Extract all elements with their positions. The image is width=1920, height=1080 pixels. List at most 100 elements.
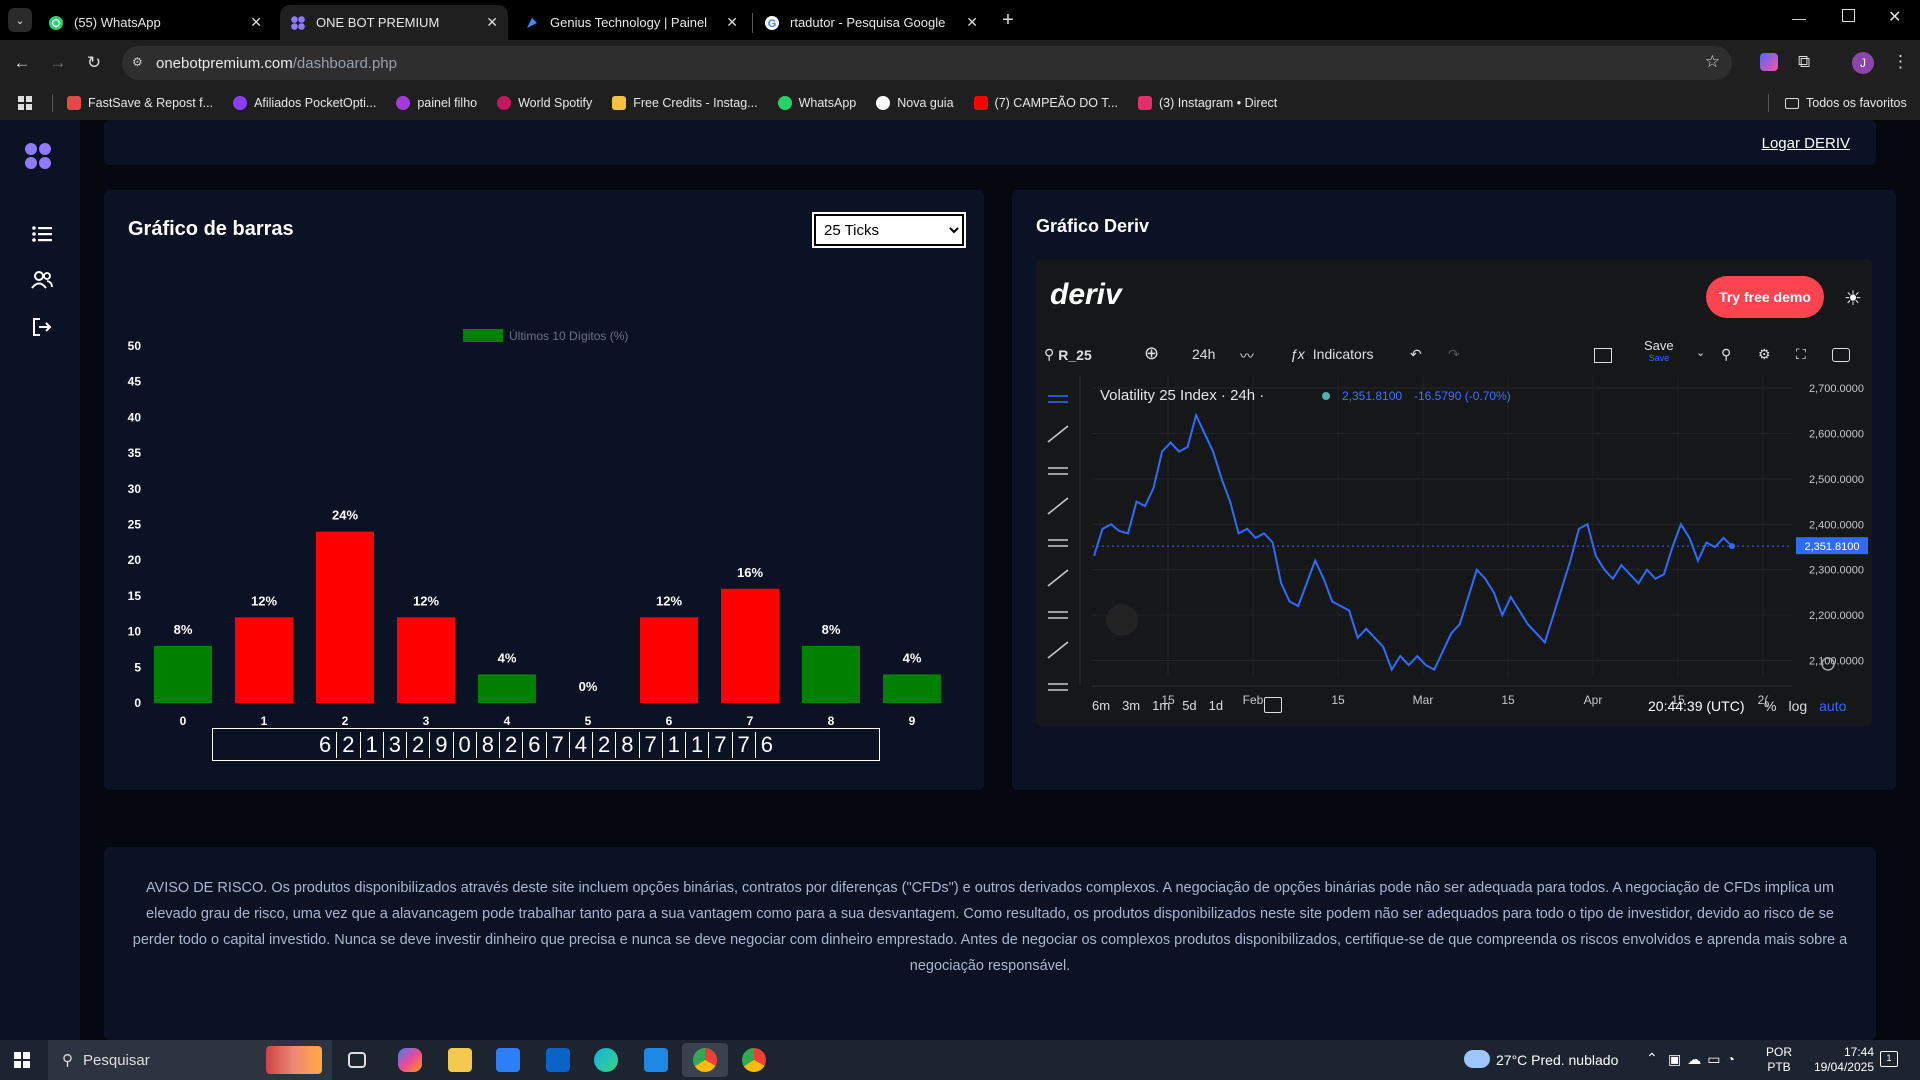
address-bar[interactable]: ⚙ onebotpremium.com/dashboard.php ☆: [122, 46, 1732, 80]
calendar-icon[interactable]: [1264, 697, 1282, 713]
period-button[interactable]: 1m: [1152, 698, 1170, 713]
forward-icon[interactable]: →: [46, 51, 70, 75]
weather-icon[interactable]: [1464, 1050, 1490, 1068]
line-tool-icon[interactable]: [1047, 425, 1069, 443]
period-button[interactable]: 3m: [1122, 698, 1140, 713]
try-free-demo-button[interactable]: Try free demo: [1706, 276, 1824, 318]
text-tool-icon[interactable]: [1048, 611, 1068, 619]
camera-icon[interactable]: [1832, 348, 1850, 362]
period-button[interactable]: 5d: [1182, 698, 1196, 713]
indicators-button[interactable]: ƒx Indicators: [1290, 346, 1374, 362]
chevron-up-icon[interactable]: ⌃: [1646, 1050, 1658, 1067]
edge-icon[interactable]: [594, 1048, 618, 1072]
pattern-tool-icon[interactable]: [1047, 497, 1069, 515]
all-bookmarks[interactable]: Todos os favoritos: [1768, 94, 1907, 112]
extension-icon[interactable]: [1760, 53, 1778, 71]
new-tab-icon[interactable]: +: [996, 8, 1020, 32]
interval-button[interactable]: 24h: [1192, 346, 1215, 362]
star-icon[interactable]: ☆: [1705, 52, 1720, 72]
scale-option[interactable]: auto: [1819, 698, 1846, 714]
redo-icon[interactable]: ↷: [1448, 346, 1460, 363]
tab-onebot[interactable]: ONE BOT PREMIUM ✕: [280, 5, 508, 40]
emoji-icon[interactable]: [1047, 641, 1069, 659]
logout-icon[interactable]: [26, 311, 58, 343]
weather-text[interactable]: 27°C Pred. nublado: [1496, 1052, 1618, 1068]
symbol-search[interactable]: ⚲ R_25: [1044, 346, 1092, 363]
vscode-icon[interactable]: [644, 1048, 668, 1072]
logo-icon[interactable]: [24, 142, 52, 170]
close-window-icon[interactable]: ✕: [1888, 7, 1901, 27]
fib-tool-icon[interactable]: [1048, 539, 1068, 547]
layout-icon[interactable]: [1594, 348, 1612, 363]
tray-icons[interactable]: ▣☁▭◔: [1668, 1051, 1741, 1068]
close-icon[interactable]: ✕: [250, 14, 262, 31]
taskbar-search[interactable]: ⚲ Pesquisar: [48, 1040, 332, 1080]
bar: [316, 531, 374, 703]
bookmark-item[interactable]: Free Credits - Instag...: [612, 96, 758, 110]
file-explorer-icon[interactable]: [448, 1048, 472, 1072]
outlook-icon[interactable]: [546, 1048, 570, 1072]
crosshair-icon[interactable]: [1048, 395, 1068, 403]
list-icon[interactable]: [26, 218, 58, 250]
users-icon[interactable]: [26, 264, 58, 296]
close-icon[interactable]: ✕: [486, 14, 498, 31]
period-button[interactable]: 6m: [1092, 698, 1110, 713]
bar: [883, 674, 941, 703]
login-deriv-link[interactable]: Logar DERIV: [1762, 135, 1850, 152]
bookmark-icon: [233, 96, 248, 110]
bookmark-item[interactable]: WhatsApp: [777, 96, 856, 110]
close-icon[interactable]: ✕: [966, 14, 978, 31]
scale-option[interactable]: %: [1764, 698, 1776, 714]
clock[interactable]: 17:44 19/04/2025: [1808, 1045, 1874, 1075]
bookmark-item[interactable]: (3) Instagram • Direct: [1137, 96, 1277, 110]
tab-search-button[interactable]: ⌄: [8, 8, 32, 32]
channel-tool-icon[interactable]: [1048, 467, 1068, 475]
bookmark-item[interactable]: painel filho: [396, 96, 477, 110]
windows-start-icon[interactable]: [14, 1052, 30, 1068]
site-info-icon[interactable]: ⚙: [132, 55, 148, 71]
bookmark-item[interactable]: Nova guia: [876, 96, 954, 110]
scale-option[interactable]: log: [1788, 698, 1807, 714]
undo-icon[interactable]: ↶: [1410, 346, 1422, 363]
restore-icon[interactable]: [1842, 9, 1855, 22]
task-view-icon[interactable]: [348, 1052, 366, 1068]
reload-icon[interactable]: ↻: [82, 51, 106, 75]
y-tick-label: 30: [128, 482, 142, 496]
bookmark-item[interactable]: FastSave & Repost f...: [67, 96, 213, 110]
apps-icon[interactable]: [18, 96, 32, 110]
save-button[interactable]: Save Save: [1644, 338, 1674, 363]
avatar[interactable]: J: [1852, 52, 1874, 74]
bookmark-item[interactable]: World Spotify: [497, 96, 592, 110]
settings-icon[interactable]: ⚙: [1758, 346, 1771, 363]
back-icon[interactable]: ←: [10, 51, 34, 75]
chart-type-icon[interactable]: 〰: [1240, 346, 1254, 366]
chevron-down-icon[interactable]: ⌄: [1696, 346, 1705, 359]
tab-google[interactable]: G rtadutor - Pesquisa Google ✕: [754, 5, 988, 40]
notification-icon[interactable]: 1: [1880, 1051, 1898, 1067]
close-icon[interactable]: ✕: [726, 14, 738, 31]
copilot-icon[interactable]: [398, 1048, 422, 1072]
language-indicator[interactable]: POR PTB: [1766, 1045, 1792, 1075]
extensions-puzzle-icon[interactable]: ⧉: [1798, 52, 1810, 72]
tab-genius[interactable]: Genius Technology | Painel ✕: [514, 5, 748, 40]
browser-chrome: ⌄ (55) WhatsApp ✕ ONE BOT PREMIUM ✕ Geni…: [0, 0, 1920, 120]
theme-toggle-icon[interactable]: ☀: [1844, 286, 1862, 311]
menu-icon[interactable]: ⋮: [1892, 52, 1909, 72]
tab-whatsapp[interactable]: (55) WhatsApp ✕: [38, 5, 272, 40]
add-compare-icon[interactable]: ⊕: [1144, 343, 1159, 364]
alert-icon[interactable]: ⚲: [1721, 346, 1731, 363]
brush-tool-icon[interactable]: [1047, 569, 1069, 587]
minimize-icon[interactable]: —: [1792, 10, 1806, 26]
digit-cell: 3: [382, 731, 406, 758]
store-icon[interactable]: [496, 1048, 520, 1072]
digit-cell: 6: [754, 731, 778, 758]
bar-value-label: 16%: [737, 565, 763, 580]
chrome-icon[interactable]: [693, 1048, 717, 1072]
bookmark-item[interactable]: Afiliados PocketOpti...: [233, 96, 376, 110]
period-button[interactable]: 1d: [1209, 698, 1223, 713]
legend-swatch: [463, 329, 503, 342]
digit-cell: 7: [731, 731, 755, 758]
chrome-icon[interactable]: [742, 1048, 766, 1072]
bookmark-item[interactable]: (7) CAMPEÃO DO T...: [973, 96, 1118, 110]
fullscreen-icon[interactable]: ⛶: [1796, 346, 1806, 363]
